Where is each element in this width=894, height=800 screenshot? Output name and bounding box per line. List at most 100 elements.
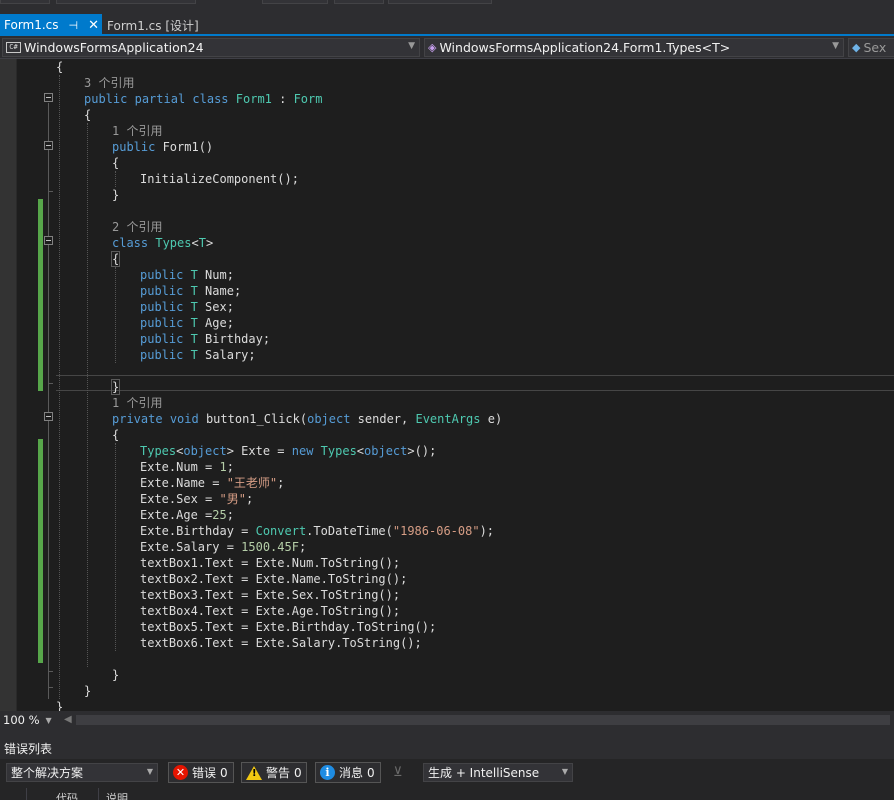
type-dropdown[interactable]: ◈ WindowsFormsApplication24.Form1.Types<… xyxy=(424,38,844,57)
toolbar-dropdown[interactable] xyxy=(56,0,196,4)
pin-icon[interactable]: ⊣ xyxy=(69,19,79,32)
column-header-description[interactable]: 说明 xyxy=(106,790,128,800)
code-line[interactable]: public Form1() xyxy=(112,139,213,155)
messages-filter-button[interactable]: i 消息 0 xyxy=(315,762,381,783)
code-line[interactable]: public T Birthday; xyxy=(140,331,270,347)
code-line[interactable]: Exte.Age =25; xyxy=(140,507,234,523)
code-line[interactable]: 2 个引用 xyxy=(112,219,162,235)
code-line[interactable]: public T Age; xyxy=(140,315,234,331)
code-token: public xyxy=(140,284,184,298)
code-token: Name; xyxy=(197,284,242,298)
codelens-references[interactable]: 2 个引用 xyxy=(112,220,162,234)
code-line[interactable]: { xyxy=(56,59,63,75)
code-line[interactable]: { xyxy=(112,427,119,443)
editor-margin xyxy=(0,59,16,711)
chevron-down-icon: ▼ xyxy=(45,715,52,725)
code-line[interactable]: 1 个引用 xyxy=(112,123,162,139)
codelens-references[interactable]: 1 个引用 xyxy=(112,396,162,410)
project-dropdown[interactable]: C# WindowsFormsApplication24 ▼ xyxy=(2,38,420,57)
indent-guide xyxy=(115,171,116,187)
collapse-icon[interactable] xyxy=(44,412,53,421)
code-token: 25 xyxy=(212,508,227,522)
tab-form1-cs[interactable]: Form1.cs ⊣ ✕ xyxy=(0,14,102,36)
toolbar-dropdown[interactable] xyxy=(0,0,50,4)
code-line[interactable]: textBox1.Text = Exte.Num.ToString(); xyxy=(140,555,400,571)
column-separator xyxy=(26,788,27,800)
code-token: textBox2.Text = Exte.Name.ToString(); xyxy=(140,572,408,586)
toolbar-dropdown[interactable] xyxy=(334,0,384,4)
outline-line xyxy=(48,103,49,699)
code-token: } xyxy=(110,379,121,395)
outline-end xyxy=(48,671,53,672)
codelens-references[interactable]: 1 个引用 xyxy=(112,124,162,138)
code-line[interactable]: public T Salary; xyxy=(140,347,256,363)
close-icon[interactable]: ✕ xyxy=(88,18,99,33)
clear-filter-icon[interactable]: ⊻ xyxy=(393,765,403,780)
code-line[interactable]: { xyxy=(110,251,121,267)
code-line[interactable]: InitializeComponent(); xyxy=(140,171,299,187)
code-line[interactable]: public T Num; xyxy=(140,267,234,283)
codelens-references[interactable]: 3 个引用 xyxy=(84,76,134,90)
code-token: ; xyxy=(226,508,234,522)
code-line[interactable]: textBox2.Text = Exte.Name.ToString(); xyxy=(140,571,407,587)
code-line[interactable]: { xyxy=(84,107,91,123)
member-dropdown[interactable]: ◆ Sex xyxy=(848,38,894,57)
column-header-code[interactable]: 代码 xyxy=(56,790,78,800)
warnings-filter-button[interactable]: ! 警告 0 xyxy=(241,762,307,783)
code-line[interactable]: public T Name; xyxy=(140,283,241,299)
code-line[interactable]: Types<object> Exte = new Types<object>()… xyxy=(140,443,436,459)
code-line[interactable]: Exte.Name = "王老师"; xyxy=(140,475,284,491)
code-line[interactable]: { xyxy=(112,155,119,171)
error-list-toolbar: 整个解决方案 ▼ ✕ 错误 0 ! 警告 0 i 消息 0 ⊻ 生成 + Int… xyxy=(0,759,894,786)
code-line[interactable]: Exte.Sex = "男"; xyxy=(140,491,253,507)
code-line[interactable]: } xyxy=(56,699,63,711)
build-filter-dropdown[interactable]: 生成 + IntelliSense ▼ xyxy=(423,763,573,782)
code-line[interactable]: Exte.Birthday = Convert.ToDateTime("1986… xyxy=(140,523,494,539)
code-line[interactable]: Exte.Num = 1; xyxy=(140,459,234,475)
error-list-header: 错误列表 xyxy=(0,737,894,759)
code-line[interactable]: textBox5.Text = Exte.Birthday.ToString()… xyxy=(140,619,436,635)
code-line[interactable]: } xyxy=(112,667,119,683)
messages-count: 0 xyxy=(367,765,375,780)
text-caret xyxy=(119,380,121,395)
code-line[interactable]: Exte.Salary = 1500.45F; xyxy=(140,539,306,555)
code-token: Birthday; xyxy=(197,332,271,346)
collapse-icon[interactable] xyxy=(44,141,53,150)
code-token: private xyxy=(112,412,163,426)
code-line[interactable]: 1 个引用 xyxy=(112,395,162,411)
code-line[interactable]: class Types<T> xyxy=(112,235,213,251)
code-line[interactable]: textBox4.Text = Exte.Age.ToString(); xyxy=(140,603,400,619)
zoom-dropdown[interactable]: 100 % ▼ xyxy=(0,711,58,729)
code-token: T xyxy=(190,332,198,346)
code-token: public xyxy=(140,316,184,330)
code-line[interactable]: private void button1_Click(object sender… xyxy=(112,411,502,427)
code-line[interactable]: 3 个引用 xyxy=(84,75,134,91)
toolbar-dropdown[interactable] xyxy=(262,0,328,4)
scroll-left-icon[interactable]: ◀ xyxy=(64,714,72,725)
code-line[interactable]: } xyxy=(110,379,121,395)
toolbar-dropdown[interactable] xyxy=(388,0,492,4)
panel-splitter[interactable] xyxy=(0,729,894,737)
document-tab-bar: Form1.cs ⊣ ✕ Form1.cs [设计] xyxy=(0,14,894,36)
scope-dropdown[interactable]: 整个解决方案 ▼ xyxy=(6,763,158,782)
collapse-icon[interactable] xyxy=(44,236,53,245)
horizontal-scrollbar[interactable] xyxy=(76,715,890,725)
chevron-down-icon: ▼ xyxy=(146,767,153,776)
code-token: Sex; xyxy=(197,300,234,314)
code-line[interactable]: public T Sex; xyxy=(140,299,234,315)
code-line[interactable]: public partial class Form1 : Form xyxy=(84,91,322,107)
errors-filter-button[interactable]: ✕ 错误 0 xyxy=(168,762,234,783)
code-line[interactable]: textBox3.Text = Exte.Sex.ToString(); xyxy=(140,587,400,603)
code-line[interactable]: textBox6.Text = Exte.Salary.ToString(); xyxy=(140,635,422,651)
csharp-project-icon: C# xyxy=(6,42,21,53)
tab-form1-design[interactable]: Form1.cs [设计] xyxy=(103,14,203,36)
code-token: class xyxy=(192,92,229,106)
code-line[interactable]: } xyxy=(112,187,119,203)
column-separator xyxy=(98,788,99,800)
collapse-icon[interactable] xyxy=(44,93,53,102)
code-token: T xyxy=(190,268,198,282)
code-line[interactable]: } xyxy=(84,683,91,699)
code-editor[interactable]: {3 个引用 public partial class Form1 : Form{… xyxy=(0,59,894,711)
